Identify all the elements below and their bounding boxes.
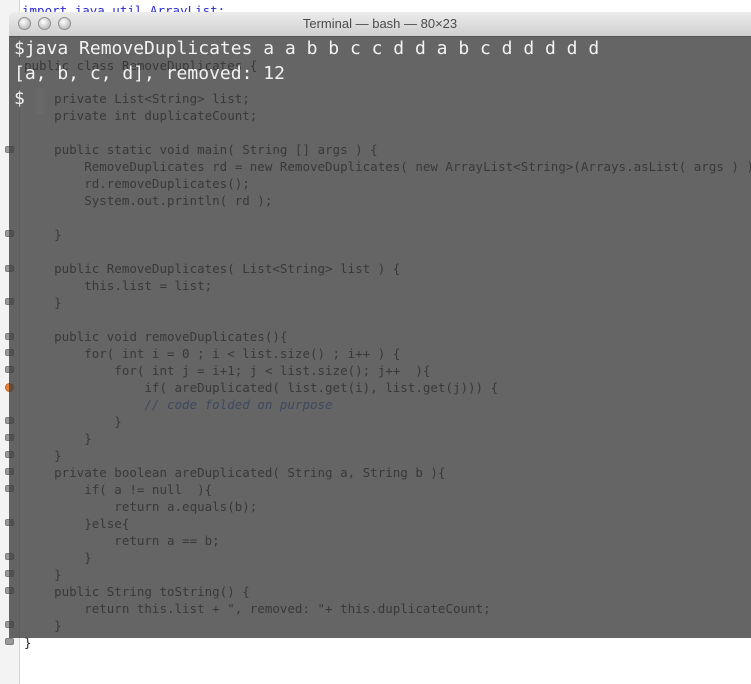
terminal-window[interactable]: Terminal — bash — 80×23 $java RemoveDupl… (9, 12, 751, 638)
terminal-content[interactable]: $java RemoveDuplicates a a b b c c d d a… (9, 36, 751, 638)
terminal-output-line: [a, b, c, d], removed: 12 (14, 63, 285, 84)
fold-marker-icon[interactable] (5, 638, 14, 645)
terminal-titlebar[interactable]: Terminal — bash — 80×23 (9, 12, 751, 37)
terminal-command-line: $java RemoveDuplicates a a b b c c d d a… (14, 38, 600, 59)
terminal-cursor (35, 88, 45, 114)
terminal-prompt: $ (14, 88, 25, 109)
terminal-title: Terminal — bash — 80×23 (302, 16, 458, 31)
